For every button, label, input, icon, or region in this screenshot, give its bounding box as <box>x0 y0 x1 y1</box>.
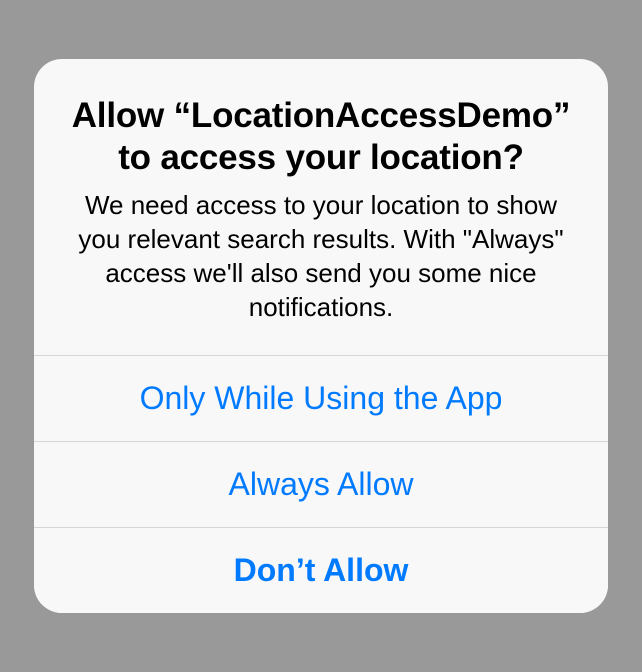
permission-alert: Allow “LocationAccessDemo” to access you… <box>34 59 608 612</box>
alert-message: We need access to your location to show … <box>66 189 576 324</box>
only-while-using-button[interactable]: Only While Using the App <box>34 355 608 441</box>
alert-title: Allow “LocationAccessDemo” to access you… <box>66 95 576 179</box>
always-allow-button[interactable]: Always Allow <box>34 441 608 527</box>
dont-allow-button[interactable]: Don’t Allow <box>34 527 608 613</box>
alert-header: Allow “LocationAccessDemo” to access you… <box>34 59 608 354</box>
